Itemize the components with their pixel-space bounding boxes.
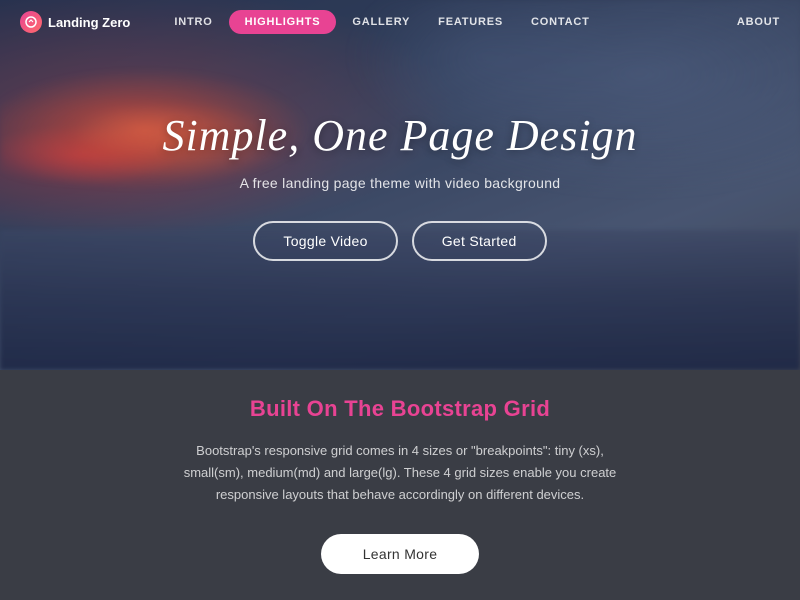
hero-content: Simple, One Page Design A free landing p… bbox=[162, 110, 637, 261]
learn-more-button[interactable]: Learn More bbox=[321, 534, 480, 574]
section-title: Built On The Bootstrap Grid bbox=[250, 396, 550, 422]
hero-buttons: Toggle Video Get Started bbox=[162, 221, 637, 261]
nav-links: INTRO HIGHLIGHTS GALLERY FEATURES CONTAC… bbox=[160, 2, 603, 42]
nav-item-features[interactable]: FEATURES bbox=[424, 2, 517, 42]
logo-icon bbox=[20, 11, 42, 33]
nav-item-gallery[interactable]: GALLERY bbox=[338, 2, 424, 42]
get-started-button[interactable]: Get Started bbox=[412, 221, 547, 261]
bootstrap-section: Built On The Bootstrap Grid Bootstrap's … bbox=[0, 370, 800, 600]
logo-text: Landing Zero bbox=[48, 15, 130, 30]
nav-item-contact[interactable]: CONTACT bbox=[517, 2, 604, 42]
nav-item-intro[interactable]: INTRO bbox=[160, 2, 226, 42]
hero-title: Simple, One Page Design bbox=[162, 110, 637, 161]
nav-logo[interactable]: Landing Zero bbox=[20, 11, 130, 33]
hero-section: Simple, One Page Design A free landing p… bbox=[0, 0, 800, 370]
nav-about[interactable]: ABOUT bbox=[737, 16, 780, 28]
nav-item-highlights[interactable]: HIGHLIGHTS bbox=[229, 10, 337, 34]
navbar: Landing Zero INTRO HIGHLIGHTS GALLERY FE… bbox=[0, 0, 800, 44]
section-body: Bootstrap's responsive grid comes in 4 s… bbox=[180, 440, 620, 506]
hero-subtitle: A free landing page theme with video bac… bbox=[162, 175, 637, 191]
toggle-video-button[interactable]: Toggle Video bbox=[253, 221, 397, 261]
